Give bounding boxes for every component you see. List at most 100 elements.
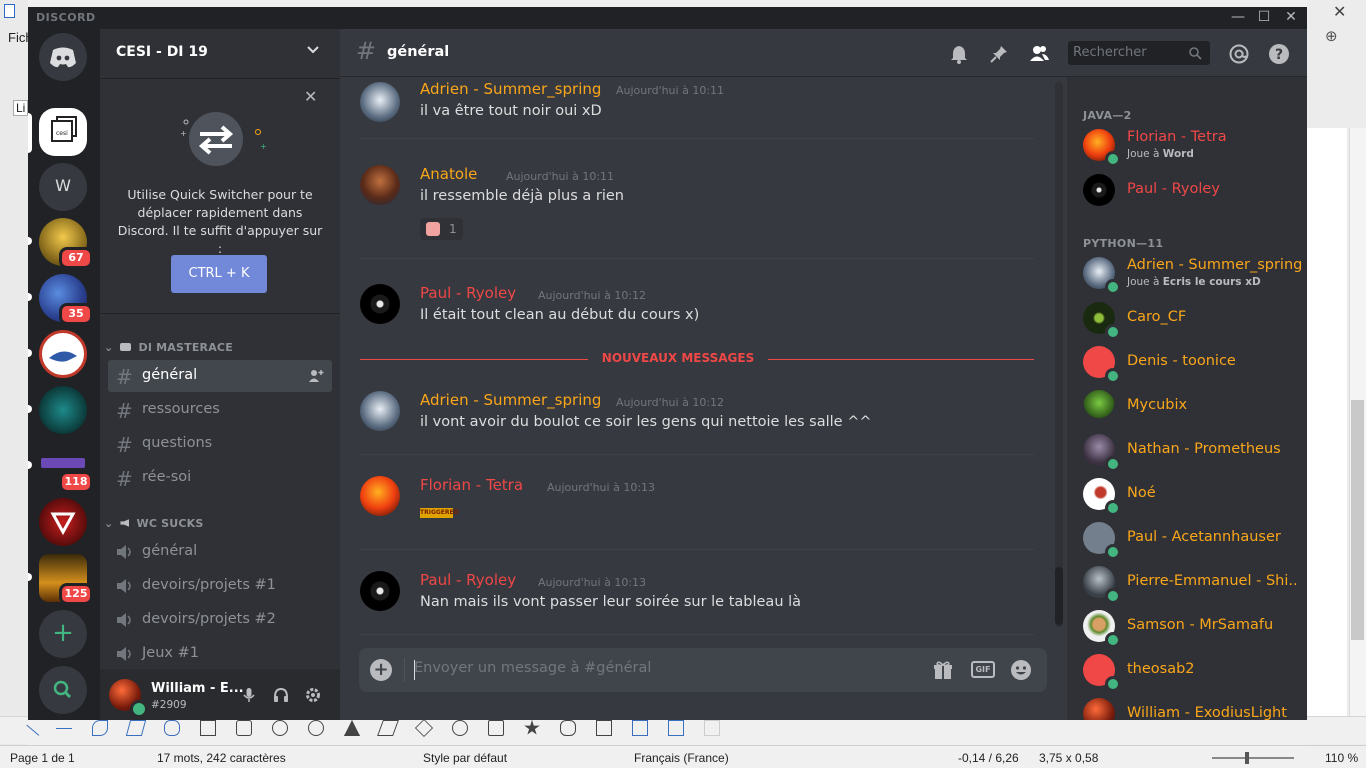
rectangle-tool-icon[interactable] [200,720,216,736]
message-author[interactable]: Anatole [420,165,477,183]
writer-style-box[interactable]: Li [13,100,29,116]
gift-icon[interactable] [932,659,954,681]
member-adrien[interactable]: Adrien - Summer_spring Joue à Ecris le c… [1075,251,1302,295]
curve-tool-icon[interactable] [92,720,108,736]
guild-home[interactable] [39,33,87,81]
microphone-icon[interactable] [240,686,258,704]
writer-close-icon[interactable]: ✕ [1333,2,1346,21]
channel-ree-soi[interactable]: # rée-soi [108,462,332,494]
document-icon [4,4,15,18]
headphones-icon[interactable] [272,686,290,704]
parallelogram-tool-icon[interactable] [377,720,399,736]
member-florian[interactable]: Florian - Tetra Joue à Word [1075,123,1299,167]
channel-general[interactable]: # général [108,360,332,392]
search-input[interactable]: Rechercher [1068,41,1210,65]
message-author[interactable]: Adrien - Summer_spring [420,391,601,409]
diamond-tool-icon[interactable] [414,718,434,738]
avatar[interactable] [360,165,400,205]
emoji-picker-icon[interactable] [1010,659,1032,681]
extrusion-tool-icon[interactable] [704,720,720,736]
bell-icon[interactable] [948,43,970,65]
star-tool-icon[interactable] [524,720,540,735]
member-pierre-emmanuel[interactable]: Pierre-Emmanuel - Shi... [1075,560,1299,604]
server-header[interactable]: CESI - DI 19 [100,29,340,79]
flowchart-tool-icon[interactable] [596,720,612,736]
member-name: Caro_CF [1127,309,1187,325]
message-input[interactable]: Envoyer un message à #général [414,660,651,676]
gif-icon[interactable]: GIF [971,661,995,678]
avatar[interactable] [360,571,400,611]
guild-shark[interactable] [39,330,87,378]
arrow-tool-icon[interactable] [56,728,72,744]
add-member-icon[interactable] [308,368,324,384]
globe-icon[interactable]: ⊕ [1325,27,1338,45]
chat-scroll-thumb[interactable] [1055,567,1063,625]
category-wc-sucks[interactable]: ⌄ WC SUCKS [104,517,204,530]
member-nathan[interactable]: Nathan - Prometheus [1075,428,1299,472]
ctrl-k-button[interactable]: CTRL + K [171,255,267,293]
member-paul-ryoley[interactable]: Paul - Ryoley [1075,168,1299,212]
circle-tool-icon[interactable] [308,720,324,736]
close-icon[interactable]: ✕ [304,87,317,106]
zoom-slider[interactable] [1212,757,1294,759]
voice-channel-devoirs-1[interactable]: devoirs/projets #1 [108,570,332,602]
avatar[interactable] [360,391,400,431]
guild-petits[interactable]: 118 [39,442,93,493]
member-denis[interactable]: Denis - toonice [1075,340,1299,384]
writer-scroll-thumb[interactable] [1351,400,1364,640]
voice-channel-general[interactable]: général [108,536,332,568]
guild-fallout[interactable]: 67 [39,218,93,269]
add-server-button[interactable]: + [39,610,87,658]
gear-icon[interactable] [304,686,322,704]
guild-gold[interactable]: 125 [39,554,93,605]
explore-button[interactable] [39,666,87,714]
fontwork-tool-icon[interactable] [668,720,684,736]
message-author[interactable]: Florian - Tetra [420,476,523,494]
channel-questions[interactable]: # questions [108,428,332,460]
message-composer[interactable]: + Envoyer un message à #général GIF [359,648,1047,692]
channel-ressources[interactable]: # ressources [108,394,332,426]
help-icon[interactable]: ? [1268,43,1290,65]
mentions-icon[interactable] [1228,43,1250,65]
guild-w[interactable]: W [39,163,87,211]
callout-tool-icon[interactable] [560,720,576,736]
voice-channel-jeux-1[interactable]: Jeux #1 [108,638,332,670]
ellipse-tool-icon[interactable] [272,720,288,736]
pin-icon[interactable] [988,43,1010,65]
avatar[interactable] [360,476,400,516]
member-william[interactable]: William - ExodiusLight [1075,692,1299,720]
message-author[interactable]: Paul - Ryoley [420,284,516,302]
category-di-masterace[interactable]: ⌄ DI MASTERACE [104,341,233,354]
reaction[interactable]: 1 [420,218,463,240]
guild-cesi[interactable]: cesi [39,108,87,156]
upload-plus-icon[interactable]: + [370,659,392,681]
close-button[interactable]: ✕ [1281,9,1301,25]
polygon-tool-icon[interactable] [125,720,147,736]
double-arrow-tool-icon[interactable] [488,720,504,736]
member-caro[interactable]: Caro_CF [1075,296,1299,340]
textbox-tool-icon[interactable] [632,720,648,736]
chat-scrollbar[interactable] [1055,82,1063,627]
freeform-tool-icon[interactable] [164,720,180,736]
avatar[interactable] [360,284,400,324]
guild-teal[interactable] [39,386,87,434]
triangle-tool-icon[interactable] [344,720,360,736]
member-noe[interactable]: Noé [1075,472,1299,516]
guild-red[interactable] [39,498,87,546]
minimize-button[interactable]: — [1228,9,1248,25]
message-author[interactable]: Paul - Ryoley [420,571,516,589]
smiley-tool-icon[interactable] [452,720,468,736]
voice-channel-devoirs-2[interactable]: devoirs/projets #2 [108,604,332,636]
member-theosab2[interactable]: theosab2 [1075,648,1299,692]
guild-sc[interactable]: 35 [39,274,93,325]
rounded-rectangle-tool-icon[interactable] [236,720,252,736]
member-mycubix[interactable]: Mycubix [1075,384,1299,428]
maximize-button[interactable]: ☐ [1254,9,1274,25]
member-samson[interactable]: Samson - MrSamafu [1075,604,1299,648]
avatar[interactable] [360,82,400,122]
message-author[interactable]: Adrien - Summer_spring [420,80,601,98]
zoom-slider-knob[interactable] [1245,752,1249,764]
triggered-image[interactable]: TRIGGERED [420,508,459,518]
members-icon[interactable] [1028,43,1050,65]
member-paul-acetannhauser[interactable]: Paul - Acetannhauser [1075,516,1299,560]
